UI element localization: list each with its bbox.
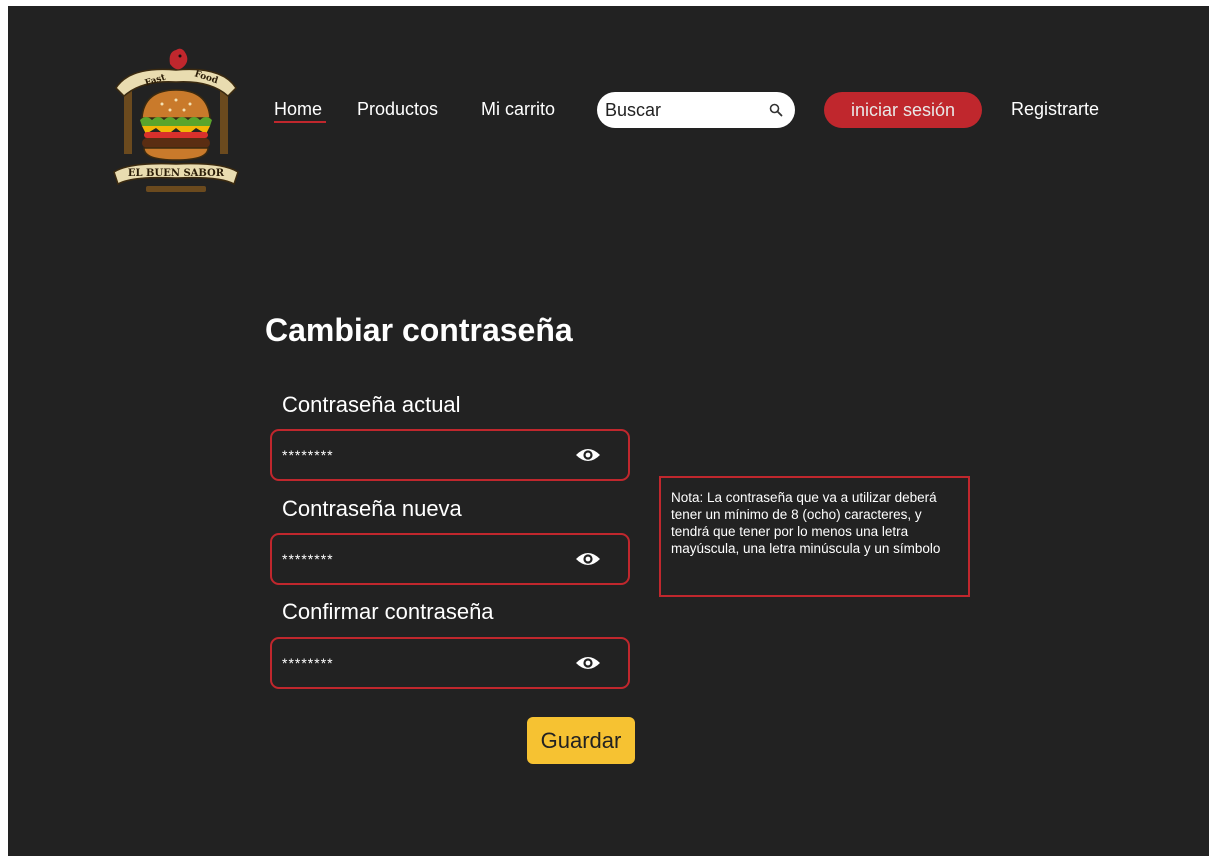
search-bar <box>597 92 795 128</box>
current-password-field <box>270 429 630 481</box>
confirm-password-input[interactable] <box>282 650 552 676</box>
nav-cart-link[interactable]: Mi carrito <box>481 98 555 120</box>
new-password-label: Contraseña nueva <box>282 496 462 521</box>
eye-icon[interactable] <box>575 653 601 673</box>
current-password-input[interactable] <box>282 442 552 468</box>
save-button[interactable]: Guardar <box>527 717 635 764</box>
nav-home-active-underline <box>274 121 326 123</box>
eye-icon[interactable] <box>575 445 601 465</box>
search-icon[interactable] <box>769 103 783 117</box>
page-title: Cambiar contraseña <box>265 312 573 348</box>
nav-home-link[interactable]: Home <box>274 98 322 120</box>
search-input[interactable] <box>605 92 755 128</box>
new-password-input[interactable] <box>282 546 552 572</box>
login-button[interactable]: iniciar sesión <box>824 92 982 128</box>
page-frame: Fast Food EL BUEN SABOR Home Productos M… <box>8 6 1209 856</box>
brand-logo[interactable]: Fast Food EL BUEN SABOR <box>110 44 242 198</box>
new-password-field <box>270 533 630 585</box>
current-password-label: Contraseña actual <box>282 392 461 417</box>
burger-logo-icon: Fast Food EL BUEN SABOR <box>113 48 239 192</box>
confirm-password-field <box>270 637 630 689</box>
register-link[interactable]: Registrarte <box>1011 98 1099 120</box>
eye-icon[interactable] <box>575 549 601 569</box>
password-requirements-note: Nota: La contraseña que va a utilizar de… <box>659 476 970 597</box>
confirm-password-label: Confirmar contraseña <box>282 599 494 624</box>
logo-text-banner: EL BUEN SABOR <box>128 168 225 179</box>
nav-products-link[interactable]: Productos <box>357 98 438 120</box>
